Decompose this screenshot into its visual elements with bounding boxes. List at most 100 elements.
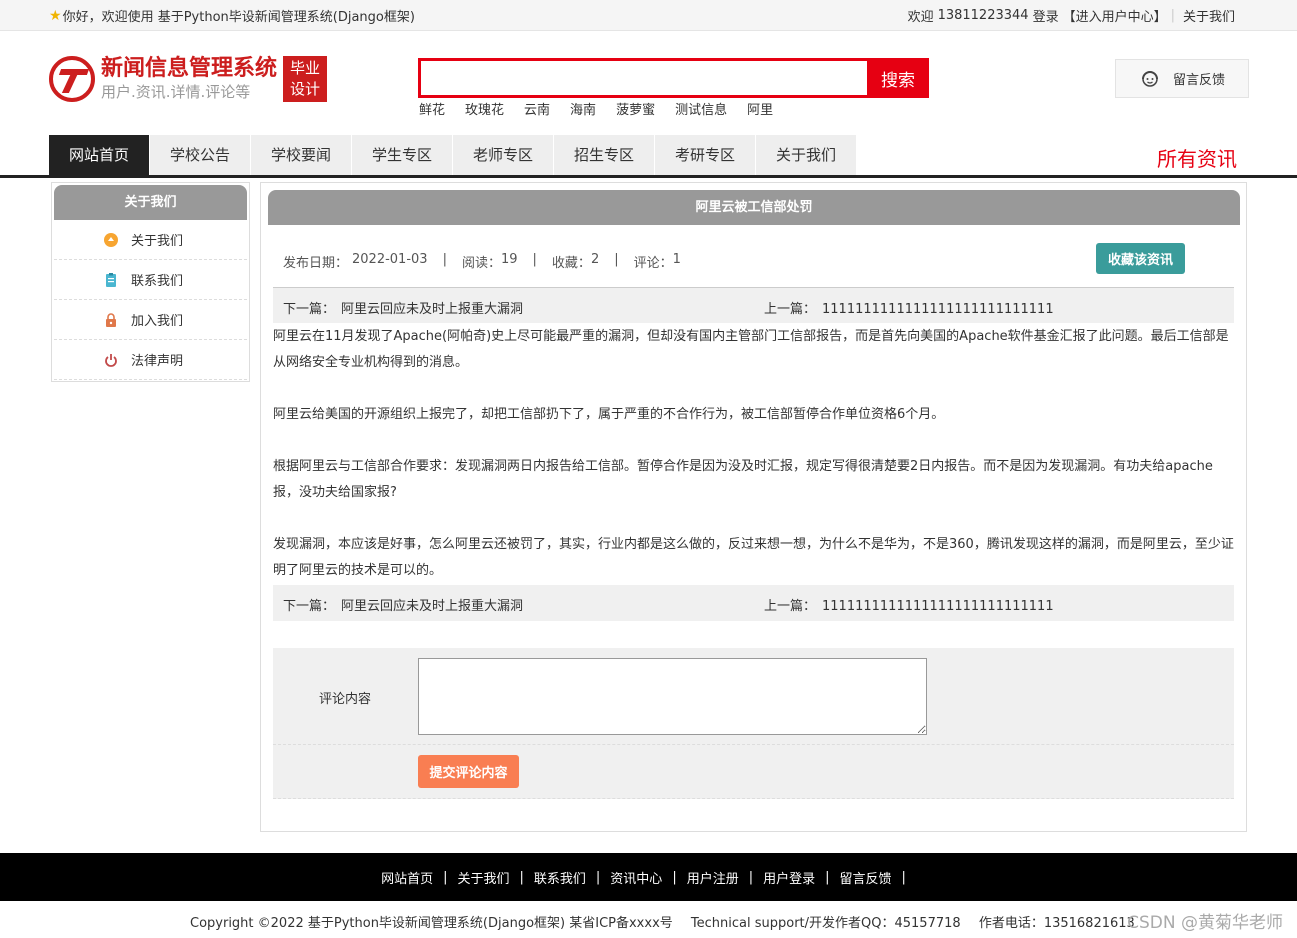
user-links: 欢迎 13811223344 登录 【进入用户中心】 | 关于我们 — [904, 6, 1235, 25]
support-text: Technical support/开发作者QQ：45157718 — [690, 916, 961, 931]
logo-badge: 毕业 设计 — [283, 56, 328, 102]
user-service-icon — [1141, 70, 1158, 87]
footer-link-login[interactable]: 用户登录 — [763, 868, 815, 887]
reads-label: 阅读： — [461, 256, 501, 271]
nav-item-news[interactable]: 学校要闻 — [251, 135, 351, 175]
user-phone: 13811223344 — [937, 8, 1029, 23]
sidebar-item-join[interactable]: 加入我们 — [54, 300, 247, 340]
hot-word[interactable]: 海南 — [570, 99, 596, 118]
paragraph: 根据阿里云与工信部合作要求：发现漏洞两日内报告给工信部。暂停合作是因为没及时汇报… — [273, 459, 1213, 500]
next-article-link[interactable]: 下一篇： 阿里云回应未及时上报重大漏洞 — [283, 298, 523, 317]
hot-word[interactable]: 菠萝蜜 — [616, 99, 655, 118]
footer-link-news[interactable]: 资讯中心 — [610, 868, 662, 887]
site-logo[interactable]: 新闻信息管理系统 用户.资讯.详情.评论等 毕业 设计 — [49, 56, 328, 102]
search-button[interactable]: 搜索 — [867, 58, 929, 98]
badge-line1: 毕业 — [290, 59, 321, 77]
nav-item-students[interactable]: 学生专区 — [352, 135, 452, 175]
article-meta: 发布日期： 2022-01-03 | 阅读： 19 | 收藏： 2 | 评论： … — [283, 252, 681, 271]
all-news-link[interactable]: 所有资讯 — [1157, 143, 1237, 172]
divider: | — [1170, 8, 1175, 23]
comment-label: 评论内容 — [319, 692, 372, 707]
paragraph: 阿里云在11月发现了Apache(阿帕奇)史上尽可能最严重的漏洞，但却没有国内主… — [273, 329, 1229, 370]
divider: | — [519, 869, 524, 885]
next-article-link[interactable]: 下一篇： 阿里云回应未及时上报重大漏洞 — [283, 595, 523, 614]
prev-title: 1111111111111111111111111111 — [822, 302, 1054, 317]
circle-icon — [104, 232, 118, 247]
welcome-text: ★ 你好，欢迎使用 基于Python毕设新闻管理系统(Django框架) — [49, 6, 415, 26]
next-label: 下一篇： — [283, 599, 336, 614]
hot-word[interactable]: 阿里 — [747, 99, 773, 118]
footer-link-feedback[interactable]: 留言反馈 — [840, 868, 892, 887]
hot-word[interactable]: 鲜花 — [419, 99, 445, 118]
feedback-button[interactable]: 留言反馈 — [1115, 59, 1249, 98]
prev-title: 1111111111111111111111111111 — [822, 599, 1054, 614]
hot-words: 鲜花 玫瑰花 云南 海南 菠萝蜜 测试信息 阿里 — [419, 99, 793, 118]
sidebar-item-label: 关于我们 — [131, 234, 184, 249]
nav-item-home[interactable]: 网站首页 — [49, 135, 149, 175]
article-content: 阿里云在11月发现了Apache(阿帕奇)史上尽可能最严重的漏洞，但却没有国内主… — [273, 324, 1235, 584]
divider: | — [901, 869, 906, 885]
divider: | — [595, 869, 601, 885]
about-link[interactable]: 关于我们 — [1183, 6, 1235, 25]
hot-word[interactable]: 测试信息 — [675, 99, 727, 118]
greeting-label: 欢迎 — [907, 10, 934, 25]
submit-comment-button[interactable]: 提交评论内容 — [418, 755, 519, 788]
main-nav: 网站首页 学校公告 学校要闻 学生专区 老师专区 招生专区 考研专区 关于我们 … — [0, 135, 1297, 178]
read-count: 19 — [500, 252, 518, 267]
sidebar-item-legal[interactable]: 法律声明 — [54, 340, 247, 380]
divider — [273, 798, 1234, 799]
logo-mark-icon — [49, 56, 95, 102]
footer-link-register[interactable]: 用户注册 — [687, 868, 739, 887]
nav-item-teachers[interactable]: 老师专区 — [453, 135, 553, 175]
prev-article-link[interactable]: 上一篇： 1111111111111111111111111111 — [764, 595, 1054, 614]
favs-label: 收藏： — [551, 256, 591, 271]
hot-word[interactable]: 云南 — [524, 99, 550, 118]
publish-date: 2022-01-03 — [352, 252, 428, 267]
comment-textarea[interactable] — [418, 658, 927, 735]
sidebar-item-contact[interactable]: 联系我们 — [54, 260, 247, 300]
nav-item-about[interactable]: 关于我们 — [756, 135, 856, 175]
sidebar-item-label: 法律声明 — [131, 354, 184, 369]
divider: | — [825, 869, 830, 885]
nav-item-postgrad[interactable]: 考研专区 — [655, 135, 755, 175]
hot-word[interactable]: 玫瑰花 — [465, 99, 504, 118]
divider: | — [442, 252, 447, 267]
footer-link-home[interactable]: 网站首页 — [381, 868, 433, 887]
star-icon: ★ — [49, 7, 62, 24]
next-title: 阿里云回应未及时上报重大漏洞 — [341, 599, 524, 614]
sidebar-item-about[interactable]: 关于我们 — [54, 220, 247, 260]
date-label: 发布日期： — [283, 256, 349, 271]
footer-link-contact[interactable]: 联系我们 — [534, 868, 586, 887]
divider: | — [672, 869, 677, 885]
welcome-label: 你好，欢迎使用 基于Python毕设新闻管理系统(Django框架) — [62, 10, 415, 25]
search-input[interactable] — [418, 58, 867, 98]
divider: | — [614, 252, 619, 267]
favorite-button[interactable]: 收藏该资讯 — [1096, 243, 1185, 274]
nav-item-notices[interactable]: 学校公告 — [150, 135, 250, 175]
article-panel: 阿里云被工信部处罚 发布日期： 2022-01-03 | 阅读： 19 | 收藏… — [260, 182, 1247, 832]
divider: | — [748, 869, 754, 885]
prev-article-link[interactable]: 上一篇： 1111111111111111111111111111 — [764, 298, 1054, 317]
sidebar-title: 关于我们 — [54, 185, 247, 220]
clipboard-icon — [106, 272, 116, 287]
comments-label: 评论： — [633, 256, 673, 271]
fav-count: 2 — [590, 252, 600, 267]
login-link[interactable]: 登录 — [1033, 6, 1059, 25]
lock-icon — [106, 312, 116, 327]
sidebar-item-label: 联系我们 — [131, 274, 184, 289]
nav-item-admissions[interactable]: 招生专区 — [554, 135, 654, 175]
next-title: 阿里云回应未及时上报重大漏洞 — [341, 302, 524, 317]
top-bar: ★ 你好，欢迎使用 基于Python毕设新闻管理系统(Django框架) 欢迎 … — [0, 0, 1297, 31]
footer-nav: 网站首页 | 关于我们 | 联系我们 | 资讯中心 | 用户注册 | 用户登录 | 留言反馈… — [0, 853, 1297, 901]
sidebar: 关于我们 关于我们 联系我们 加入我们 法律声明 — [51, 182, 250, 382]
divider: | — [443, 869, 448, 885]
footer-link-about[interactable]: 关于我们 — [457, 868, 509, 887]
comment-form: 评论内容 提交评论内容 — [273, 648, 1234, 799]
next-label: 下一篇： — [283, 302, 336, 317]
logo-subtitle: 用户.资讯.详情.评论等 — [101, 83, 251, 101]
user-center-link[interactable]: 【进入用户中心】 — [1063, 6, 1167, 25]
prev-next-bar: 下一篇： 阿里云回应未及时上报重大漏洞 上一篇： 11111111111111111… — [273, 287, 1234, 323]
badge-line2: 设计 — [290, 80, 321, 98]
logo-title: 新闻信息管理系统 — [101, 56, 278, 81]
watermark: CSDN @黄菊华老师 — [1127, 913, 1283, 933]
